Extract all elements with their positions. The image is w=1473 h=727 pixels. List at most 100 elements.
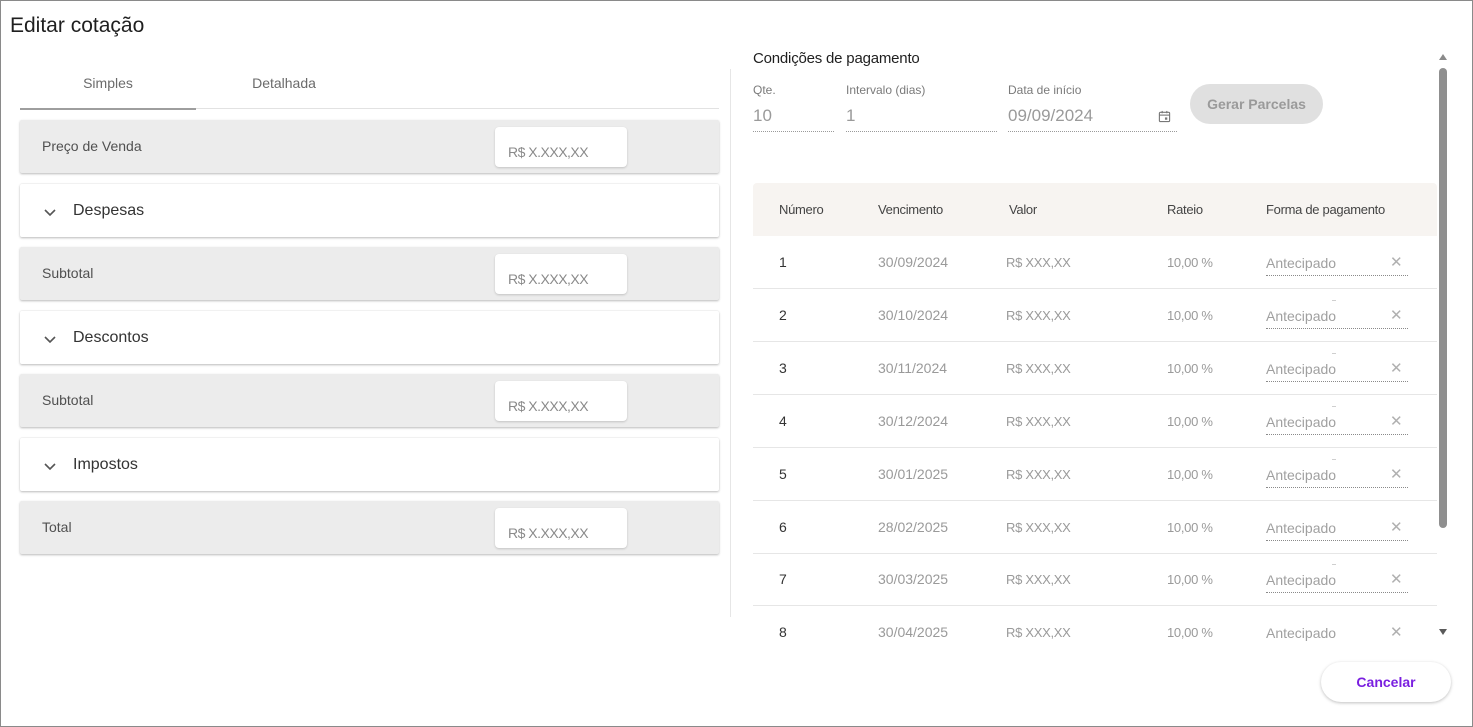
table-row: 4 30/12/2024 R$ XXX,XX 10,00 % Antecipad… bbox=[753, 395, 1437, 448]
scroll-up-arrow-icon[interactable] bbox=[1439, 54, 1447, 60]
cancel-button[interactable]: Cancelar bbox=[1321, 662, 1451, 702]
tab-detalhada[interactable]: Detalhada bbox=[196, 59, 372, 109]
data-inicio-field[interactable]: Data de início 09/09/2024 bbox=[1008, 83, 1177, 133]
cell-valor[interactable]: R$ XXX,XX bbox=[1006, 289, 1071, 342]
tab-simples[interactable]: Simples bbox=[20, 59, 196, 110]
header-vencimento: Vencimento bbox=[878, 202, 943, 217]
close-icon[interactable]: ✕ bbox=[1390, 413, 1403, 431]
cell-rateio[interactable]: 10,00 % bbox=[1167, 395, 1213, 448]
qte-value[interactable]: 10 bbox=[753, 106, 772, 126]
forma-pagamento-value: Antecipado bbox=[1266, 572, 1337, 588]
payment-conditions-title: Condições de pagamento bbox=[753, 50, 920, 67]
cell-valor[interactable]: R$ XXX,XX bbox=[1006, 448, 1071, 501]
despesas-section[interactable]: Despesas bbox=[20, 184, 719, 237]
subtotal-despesas-row: Subtotal R$ X.XXX,XX bbox=[20, 247, 719, 300]
close-icon[interactable]: ✕ bbox=[1390, 360, 1403, 378]
cell-rateio[interactable]: 10,00 % bbox=[1167, 342, 1213, 395]
chevron-down-icon bbox=[44, 209, 56, 217]
close-icon[interactable]: ✕ bbox=[1390, 254, 1403, 272]
impostos-section[interactable]: Impostos bbox=[20, 438, 719, 491]
close-icon[interactable]: ✕ bbox=[1390, 466, 1403, 484]
data-inicio-value[interactable]: 09/09/2024 bbox=[1008, 106, 1093, 126]
scrollbar-thumb[interactable] bbox=[1439, 68, 1447, 528]
chevron-down-icon bbox=[44, 336, 56, 344]
edit-quote-dialog: Editar cotação Simples Detalhada Preço d… bbox=[0, 0, 1473, 727]
table-row: 5 30/01/2025 R$ XXX,XX 10,00 % Antecipad… bbox=[753, 448, 1437, 501]
close-icon[interactable]: ✕ bbox=[1390, 624, 1403, 642]
scroll-down-arrow-icon[interactable] bbox=[1439, 629, 1447, 635]
cell-vencimento[interactable]: 30/03/2025 bbox=[878, 553, 948, 606]
intervalo-label: Intervalo (dias) bbox=[846, 83, 926, 97]
forma-pagamento-select[interactable]: Antecipado ✕ bbox=[1266, 395, 1408, 448]
cell-rateio[interactable]: 10,00 % bbox=[1167, 553, 1213, 606]
forma-pagamento-value: Antecipado bbox=[1266, 414, 1337, 430]
chevron-down-icon bbox=[44, 463, 56, 471]
cell-rateio[interactable]: 10,00 % bbox=[1167, 289, 1213, 342]
total-input[interactable]: R$ X.XXX,XX bbox=[495, 508, 627, 548]
forma-pagamento-value: Antecipado bbox=[1266, 467, 1337, 483]
cell-valor[interactable]: R$ XXX,XX bbox=[1006, 606, 1071, 650]
total-row: Total R$ X.XXX,XX bbox=[20, 501, 719, 554]
cell-numero: 5 bbox=[779, 466, 787, 482]
intervalo-value[interactable]: 1 bbox=[846, 106, 855, 126]
forma-pagamento-value: Antecipado bbox=[1266, 308, 1337, 324]
cell-valor[interactable]: R$ XXX,XX bbox=[1006, 395, 1071, 448]
close-icon[interactable]: ✕ bbox=[1390, 519, 1403, 537]
forma-pagamento-select[interactable]: Antecipado ✕ bbox=[1266, 553, 1408, 606]
intervalo-field[interactable]: Intervalo (dias) 1 bbox=[846, 83, 997, 133]
calendar-icon[interactable] bbox=[1158, 110, 1171, 123]
cell-vencimento[interactable]: 30/12/2024 bbox=[878, 395, 948, 448]
forma-pagamento-select[interactable]: Antecipado ✕ bbox=[1266, 448, 1408, 501]
impostos-label: Impostos bbox=[73, 456, 138, 473]
preco-venda-row: Preço de Venda R$ X.XXX,XX bbox=[20, 120, 719, 173]
cell-numero: 4 bbox=[779, 413, 787, 429]
table-row: 2 30/10/2024 R$ XXX,XX 10,00 % Antecipad… bbox=[753, 289, 1437, 342]
table-row: 6 28/02/2025 R$ XXX,XX 10,00 % Antecipad… bbox=[753, 501, 1437, 554]
table-row: 1 30/09/2024 R$ XXX,XX 10,00 % Antecipad… bbox=[753, 236, 1437, 289]
cell-numero: 6 bbox=[779, 519, 787, 535]
cell-valor[interactable]: R$ XXX,XX bbox=[1006, 553, 1071, 606]
table-row: 3 30/11/2024 R$ XXX,XX 10,00 % Antecipad… bbox=[753, 342, 1437, 395]
cell-vencimento[interactable]: 30/01/2025 bbox=[878, 448, 948, 501]
cell-rateio[interactable]: 10,00 % bbox=[1167, 501, 1213, 554]
cell-valor[interactable]: R$ XXX,XX bbox=[1006, 342, 1071, 395]
cell-rateio[interactable]: 10,00 % bbox=[1167, 236, 1213, 289]
subtotal-descontos-row: Subtotal R$ X.XXX,XX bbox=[20, 374, 719, 427]
cell-numero: 7 bbox=[779, 571, 787, 587]
cell-rateio[interactable]: 10,00 % bbox=[1167, 606, 1213, 650]
forma-pagamento-value: Antecipado bbox=[1266, 625, 1337, 641]
qte-field[interactable]: Qte. 10 bbox=[753, 83, 834, 133]
cell-numero: 8 bbox=[779, 624, 787, 640]
scrollbar[interactable] bbox=[1437, 51, 1449, 641]
generate-installments-button[interactable]: Gerar Parcelas bbox=[1190, 84, 1323, 124]
header-rateio: Rateio bbox=[1167, 202, 1203, 217]
cell-vencimento[interactable]: 30/10/2024 bbox=[878, 289, 948, 342]
subtotal-despesas-input[interactable]: R$ X.XXX,XX bbox=[495, 254, 627, 294]
cell-vencimento[interactable]: 28/02/2025 bbox=[878, 501, 948, 554]
panel-divider bbox=[730, 69, 731, 617]
cell-vencimento[interactable]: 30/04/2025 bbox=[878, 606, 948, 650]
preco-venda-label: Preço de Venda bbox=[42, 138, 142, 154]
forma-pagamento-select[interactable]: Antecipado ✕ bbox=[1266, 289, 1408, 342]
cell-numero: 2 bbox=[779, 307, 787, 323]
cell-rateio[interactable]: 10,00 % bbox=[1167, 448, 1213, 501]
total-label: Total bbox=[42, 519, 72, 535]
forma-pagamento-select[interactable]: Antecipado ✕ bbox=[1266, 342, 1408, 395]
cell-valor[interactable]: R$ XXX,XX bbox=[1006, 236, 1071, 289]
cell-numero: 1 bbox=[779, 254, 787, 270]
tab-bar: Simples Detalhada bbox=[20, 59, 719, 110]
subtotal-descontos-input[interactable]: R$ X.XXX,XX bbox=[495, 381, 627, 421]
installments-table-header: Número Vencimento Valor Rateio Forma de … bbox=[753, 183, 1437, 236]
cell-vencimento[interactable]: 30/11/2024 bbox=[878, 342, 947, 395]
header-valor: Valor bbox=[1009, 202, 1037, 217]
cell-numero: 3 bbox=[779, 360, 787, 376]
close-icon[interactable]: ✕ bbox=[1390, 307, 1403, 325]
close-icon[interactable]: ✕ bbox=[1390, 571, 1403, 589]
forma-pagamento-select[interactable]: Antecipado ✕ bbox=[1266, 236, 1408, 289]
cell-vencimento[interactable]: 30/09/2024 bbox=[878, 236, 948, 289]
cell-valor[interactable]: R$ XXX,XX bbox=[1006, 501, 1071, 554]
descontos-section[interactable]: Descontos bbox=[20, 311, 719, 364]
forma-pagamento-select[interactable]: Antecipado ✕ bbox=[1266, 501, 1408, 554]
forma-pagamento-select[interactable]: Antecipado ✕ bbox=[1266, 606, 1408, 650]
preco-venda-input[interactable]: R$ X.XXX,XX bbox=[495, 127, 627, 167]
